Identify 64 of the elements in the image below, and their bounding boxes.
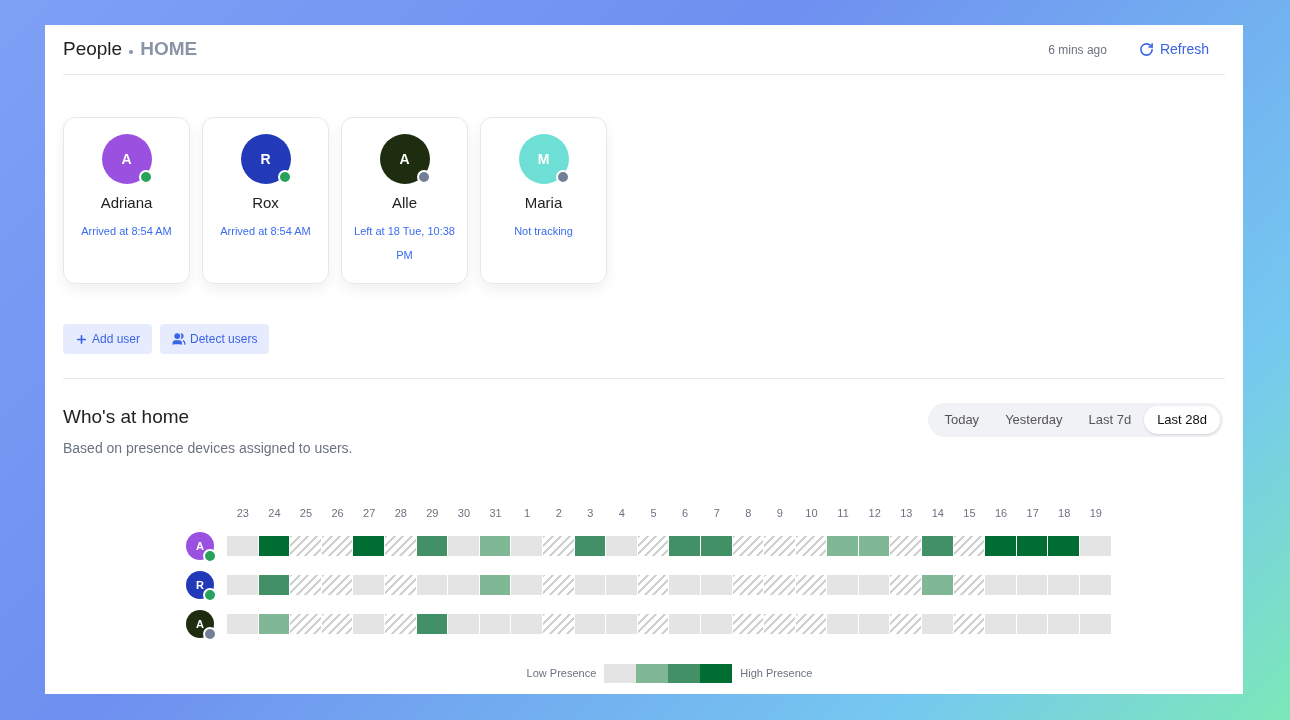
- user-card[interactable]: R Rox Arrived at 8:54 AM: [202, 117, 329, 284]
- day-label: 6: [681, 505, 690, 521]
- day-label: 2: [554, 505, 563, 521]
- day-label: 23: [235, 505, 250, 521]
- action-button[interactable]: Detect users: [160, 324, 270, 354]
- day-label: 19: [1088, 505, 1103, 521]
- day-label: 15: [962, 505, 977, 521]
- day-label: 18: [1057, 505, 1072, 521]
- user-name: Maria: [524, 193, 563, 213]
- legend-label: High Presence: [740, 666, 813, 682]
- user-avatar: A: [186, 532, 214, 560]
- day-label: 26: [330, 505, 345, 521]
- day-label: 16: [993, 505, 1009, 521]
- user-card[interactable]: A Alle Left at 18 Tue, 10:38 PM: [341, 117, 468, 284]
- day-label: 10: [804, 505, 819, 521]
- day-label: 14: [930, 505, 945, 521]
- day-label: 4: [617, 505, 626, 521]
- user-card[interactable]: M Maria Not tracking: [480, 117, 607, 284]
- day-label: 31: [488, 505, 503, 521]
- range-tab[interactable]: Today: [931, 406, 993, 434]
- user-card[interactable]: A Adriana Arrived at 8:54 AM: [63, 117, 190, 284]
- user-status: Arrived at 8:54 AM: [81, 223, 172, 239]
- users-icon: [172, 332, 187, 346]
- day-label: 9: [775, 505, 784, 521]
- range-tab[interactable]: Last 28d: [1144, 406, 1220, 434]
- user-status: Arrived at 8:54 AM: [220, 223, 311, 239]
- day-label: 24: [267, 505, 282, 521]
- user-status: Left at 18 Tue, 10:38 PM: [353, 223, 456, 263]
- day-label: 13: [899, 505, 914, 521]
- user-avatar: A: [186, 610, 214, 638]
- user-name: Alle: [392, 193, 417, 213]
- legend-label: Low Presence: [526, 666, 597, 682]
- user-name: Rox: [252, 193, 279, 213]
- section-title: Who's at home: [63, 405, 191, 429]
- user-avatar: M: [518, 134, 569, 184]
- user-avatar: A: [379, 134, 430, 184]
- day-label: 1: [523, 505, 532, 521]
- user-status: Not tracking: [514, 223, 573, 239]
- user-avatar: R: [240, 134, 291, 184]
- day-label: 30: [456, 505, 472, 521]
- plus-icon: [75, 332, 88, 346]
- page-title: People: [63, 37, 123, 62]
- user-avatar: R: [186, 571, 214, 599]
- day-label: 11: [836, 505, 850, 521]
- user-avatar: A: [101, 134, 152, 184]
- refresh-icon: [1138, 42, 1154, 57]
- range-tab[interactable]: Last 7d: [1075, 406, 1145, 434]
- day-label: 29: [425, 505, 440, 521]
- day-label: 27: [362, 505, 377, 521]
- refresh-button[interactable]: Refresh: [1138, 39, 1209, 60]
- updated-time: 6 mins ago: [1048, 41, 1107, 59]
- day-label: 3: [586, 505, 595, 521]
- section-subtitle: Based on presence devices assigned to users.: [63, 438, 353, 458]
- day-label: 12: [867, 505, 882, 521]
- user-name: Adriana: [100, 193, 153, 213]
- day-label: 28: [393, 505, 408, 521]
- day-label: 17: [1025, 505, 1040, 521]
- day-label: 25: [298, 505, 314, 521]
- action-button[interactable]: Add user: [63, 324, 153, 354]
- day-label: 5: [649, 505, 658, 521]
- day-label: 7: [712, 505, 721, 521]
- day-label: 8: [744, 505, 753, 521]
- range-tab[interactable]: Yesterday: [992, 406, 1076, 434]
- page-subtitle: HOME: [140, 37, 198, 62]
